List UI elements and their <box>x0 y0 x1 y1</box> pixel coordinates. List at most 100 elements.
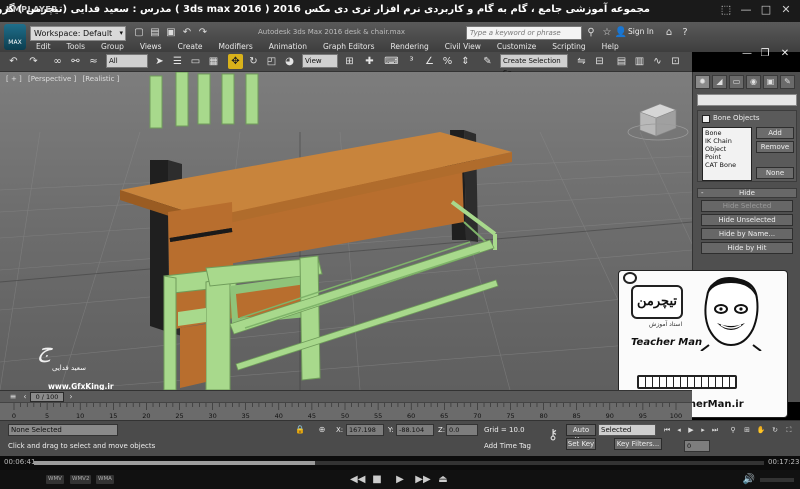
star-icon[interactable]: ☆ <box>600 26 614 40</box>
z-coordinate-field[interactable]: 0.0 <box>446 424 478 436</box>
stop-icon[interactable]: ■ <box>370 473 384 486</box>
spinner-snap-icon[interactable]: ⇕ <box>458 54 473 69</box>
redo-icon[interactable]: ↷ <box>196 26 210 40</box>
list-item[interactable]: IK Chain Object <box>705 137 749 153</box>
pivot-center-icon[interactable]: ⊞ <box>342 54 357 69</box>
key-mode-select[interactable]: Selected <box>598 424 656 436</box>
tab-hierarchy[interactable]: ▭ <box>729 75 744 89</box>
next-icon[interactable]: ▶▶ <box>414 473 432 486</box>
bone-objects-checkbox[interactable] <box>702 115 710 123</box>
select-and-place-icon[interactable]: ◕ <box>282 54 297 69</box>
eject-icon[interactable]: ⏏ <box>436 473 450 486</box>
previous-frame-icon[interactable]: ‹ <box>20 392 30 402</box>
select-and-move-icon[interactable]: ✥ <box>228 54 243 69</box>
previous-icon[interactable]: ◀◀ <box>350 473 365 486</box>
reference-coordinate-select[interactable]: View <box>302 54 338 68</box>
link-icon[interactable]: ∞ <box>50 54 65 69</box>
next-key-icon[interactable]: ▸ <box>698 424 708 436</box>
maximize-viewport-icon[interactable]: ⛶ <box>784 424 794 436</box>
max-application-button[interactable]: MAX <box>4 24 26 50</box>
pin-icon[interactable]: ⬚ <box>718 2 734 18</box>
percent-snap-icon[interactable]: % <box>440 54 455 69</box>
align-icon[interactable]: ⊟ <box>592 54 607 69</box>
key-filters-button[interactable]: Key Filters... <box>614 438 662 450</box>
player-seek-bar[interactable]: 00:06:41 00:17:23 <box>0 456 800 470</box>
progress-track[interactable] <box>34 461 764 465</box>
time-slider-frame[interactable]: 0 / 100 <box>30 392 64 402</box>
workspace-select[interactable]: Workspace: Default ▾ <box>30 26 126 41</box>
search-input[interactable]: Type a keyword or phrase <box>466 26 582 40</box>
tab-utilities[interactable]: ✎ <box>780 75 795 89</box>
menu-customize[interactable]: Customize <box>489 41 544 52</box>
select-and-scale-icon[interactable]: ◰ <box>264 54 279 69</box>
tab-display[interactable]: ▣ <box>763 75 778 89</box>
list-item[interactable]: Bone <box>705 129 749 137</box>
angle-snap-icon[interactable]: ∠ <box>422 54 437 69</box>
graphite-ribbon-icon[interactable]: ▥ <box>632 54 647 69</box>
select-object-icon[interactable]: ➤ <box>152 54 167 69</box>
volume-icon[interactable]: 🔊 <box>742 473 756 486</box>
viewport-point-of-view[interactable]: [Perspective ] <box>28 75 76 83</box>
rectangle-selection-icon[interactable]: ▭ <box>188 54 203 69</box>
layer-manager-icon[interactable]: ▤ <box>614 54 629 69</box>
tab-modify[interactable]: ◢ <box>712 75 727 89</box>
play-icon[interactable]: ▶ <box>392 473 408 486</box>
keyboard-shortcut-icon[interactable]: ⌨ <box>384 54 399 69</box>
max-restore-icon[interactable]: ❐ <box>756 46 774 62</box>
go-to-start-icon[interactable]: ⏮ <box>662 424 672 436</box>
mirror-icon[interactable]: ⇋ <box>574 54 589 69</box>
menu-group[interactable]: Group <box>93 41 132 52</box>
select-by-name-icon[interactable]: ☰ <box>170 54 185 69</box>
play-icon[interactable]: ▶ <box>686 424 696 436</box>
bind-space-warp-icon[interactable]: ≈ <box>86 54 101 69</box>
list-item[interactable]: CAT Bone <box>705 161 749 169</box>
user-icon[interactable]: 👤 <box>614 26 628 40</box>
lock-selection-icon[interactable]: 🔒 <box>294 424 306 436</box>
menu-help[interactable]: Help <box>594 41 627 52</box>
binoculars-icon[interactable]: ⚲ <box>584 26 598 40</box>
auto-key-button[interactable]: Auto Key <box>566 424 596 444</box>
menu-create[interactable]: Create <box>170 41 211 52</box>
current-frame-field[interactable]: 0 <box>684 440 710 452</box>
go-to-end-icon[interactable]: ⏭ <box>710 424 720 436</box>
hide-by-name-button[interactable]: Hide by Name... <box>701 228 793 240</box>
pan-view-icon[interactable]: ✋ <box>756 424 766 436</box>
add-time-tag[interactable]: Add Time Tag <box>484 440 531 452</box>
menu-animation[interactable]: Animation <box>261 41 315 52</box>
snaps-toggle-icon[interactable]: ³ <box>404 54 419 69</box>
time-slider[interactable]: ≡ ‹ 0 / 100 › <box>0 390 692 402</box>
object-name-field[interactable] <box>697 94 797 106</box>
undo-icon[interactable]: ↶ <box>180 26 194 40</box>
max-close-icon[interactable]: ✕ <box>776 46 794 62</box>
hide-unselected-button[interactable]: Hide Unselected <box>701 214 793 226</box>
zoom-all-icon[interactable]: ⊞ <box>742 424 752 436</box>
viewport-plus-menu[interactable]: [ + ] <box>6 75 22 83</box>
add-button[interactable]: Add <box>756 127 794 139</box>
none-button[interactable]: None <box>756 167 794 179</box>
menu-graph-editors[interactable]: Graph Editors <box>315 41 383 52</box>
zoom-icon[interactable]: ⚲ <box>728 424 738 436</box>
x-coordinate-field[interactable]: 167.198 <box>346 424 384 436</box>
redo-icon[interactable]: ↷ <box>26 54 41 69</box>
menu-edit[interactable]: Edit <box>28 41 59 52</box>
tab-motion[interactable]: ◉ <box>746 75 761 89</box>
viewport-shading[interactable]: [Realistic ] <box>82 75 119 83</box>
selection-filter-select[interactable]: All <box>106 54 148 68</box>
remove-button[interactable]: Remove <box>756 141 794 153</box>
menu-scripting[interactable]: Scripting <box>544 41 593 52</box>
previous-key-icon[interactable]: ◂ <box>674 424 684 436</box>
y-coordinate-field[interactable]: -88.104 <box>396 424 434 436</box>
menu-modifiers[interactable]: Modifiers <box>211 41 261 52</box>
set-key-button[interactable]: Set Key <box>566 438 596 450</box>
help-icon[interactable]: ? <box>678 26 692 40</box>
menu-rendering[interactable]: Rendering <box>382 41 436 52</box>
open-file-icon[interactable]: ▤ <box>148 26 162 40</box>
list-item[interactable]: Point <box>705 153 749 161</box>
schematic-view-icon[interactable]: ⊡ <box>668 54 683 69</box>
menu-civil-view[interactable]: Civil View <box>437 41 489 52</box>
orbit-icon[interactable]: ↻ <box>770 424 780 436</box>
new-file-icon[interactable]: ▢ <box>132 26 146 40</box>
max-minimize-icon[interactable]: — <box>738 46 756 62</box>
select-and-rotate-icon[interactable]: ↻ <box>246 54 261 69</box>
mini-curve-editor-icon[interactable]: ≡ <box>8 392 18 402</box>
